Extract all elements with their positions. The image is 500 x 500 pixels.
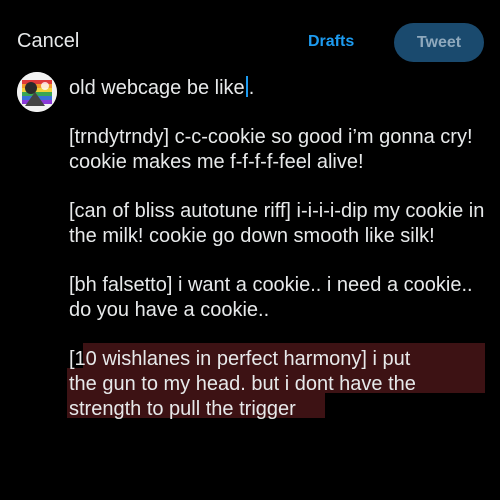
tweet-button[interactable]: Tweet [394,23,484,62]
compose-text-end: . [248,77,255,99]
cancel-button[interactable]: Cancel [17,30,79,53]
compose-paragraph-2: [trndytrndy] c-c-cookie so good i’m gonn… [69,126,473,173]
compose-paragraph-4: [bh falsetto] i want a cookie.. i need a… [69,274,473,321]
compose-paragraph-5: [10 wishlanes in perfect harmony] i put … [67,343,489,422]
compose-paragraph-5-line-2: the gun to my head. but i dont have the [69,373,416,395]
avatar-image [17,72,57,112]
top-bar: Cancel Drafts Tweet [0,0,500,84]
tweet-compose-area[interactable]: old webcage be like. [trndytrndy] c-c-co… [67,76,489,446]
text-caret [245,76,248,97]
compose-text: old webcage be like [69,77,245,99]
compose-paragraph-3: [can of bliss autotune riff] i-i-i-i-dip… [69,200,485,247]
compose-paragraph-5-line-1: [10 wishlanes in perfect harmony] i put [69,348,411,370]
compose-line-1: old webcage be like. [69,76,489,101]
avatar[interactable] [17,72,57,112]
compose-paragraph-5-line-3: strength to pull the trigger [69,398,296,420]
drafts-button[interactable]: Drafts [308,33,354,51]
